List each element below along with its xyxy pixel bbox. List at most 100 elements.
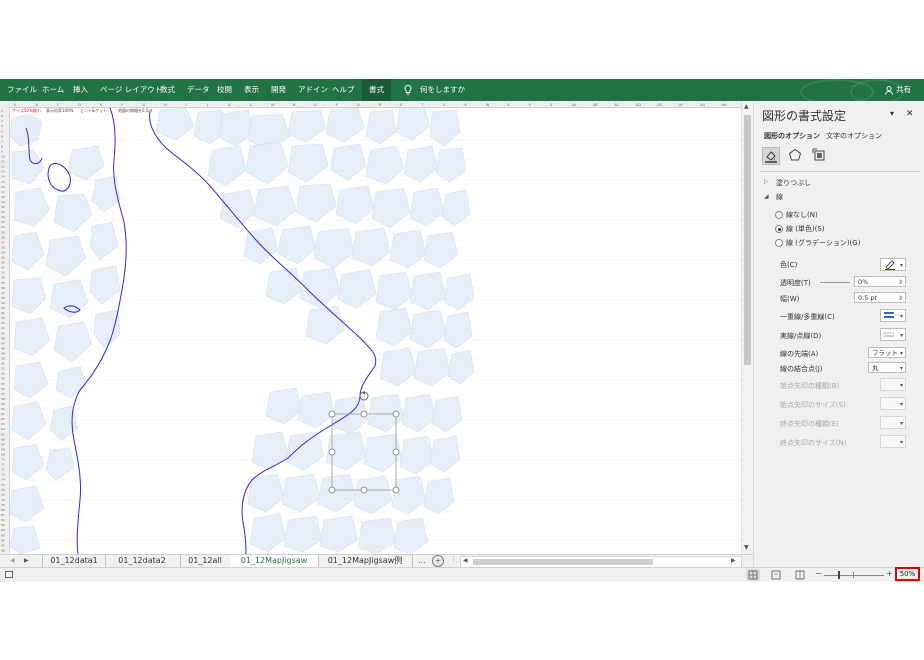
- row-number[interactable]: 6: [1, 134, 3, 138]
- column-letter[interactable]: B: [35, 103, 38, 107]
- zoom-level[interactable]: 50%: [895, 567, 920, 581]
- row-number[interactable]: 24: [1, 225, 5, 229]
- cap-dropdown[interactable]: フラット ▾: [868, 347, 906, 358]
- row-number[interactable]: 64: [1, 427, 5, 431]
- size-properties-icon[interactable]: [812, 148, 826, 164]
- transparency-slider[interactable]: [820, 282, 850, 283]
- row-number[interactable]: 22: [1, 215, 5, 219]
- row-number[interactable]: 79: [1, 503, 5, 507]
- row-number[interactable]: 87: [1, 543, 5, 547]
- row-number[interactable]: 4: [1, 124, 3, 128]
- row-number[interactable]: 37: [1, 291, 5, 295]
- row-number[interactable]: 40: [1, 306, 5, 310]
- tab-file[interactable]: ファイル: [7, 79, 37, 101]
- row-number[interactable]: 54: [1, 377, 5, 381]
- expand-arrow-icon[interactable]: ▷: [764, 178, 769, 185]
- row-number[interactable]: 21: [1, 210, 5, 214]
- close-icon[interactable]: ✕: [906, 109, 914, 119]
- begin-arrow-size-dropdown[interactable]: ▾: [880, 397, 906, 410]
- row-number[interactable]: 57: [1, 392, 5, 396]
- row-number[interactable]: 20: [1, 205, 5, 209]
- row-number[interactable]: 70: [1, 458, 5, 462]
- column-letter[interactable]: E: [100, 103, 102, 107]
- column-letter[interactable]: AD: [636, 103, 641, 107]
- tab-review[interactable]: 校閲: [217, 79, 232, 101]
- row-number[interactable]: 47: [1, 341, 5, 345]
- column-letter[interactable]: C: [57, 103, 60, 107]
- row-number[interactable]: 41: [1, 311, 5, 315]
- tell-me-box[interactable]: 何をしますか: [420, 79, 465, 101]
- column-letter[interactable]: J: [206, 103, 208, 107]
- row-number[interactable]: 73: [1, 473, 5, 477]
- row-number[interactable]: 55: [1, 382, 5, 386]
- column-letter[interactable]: N: [293, 103, 296, 107]
- row-number[interactable]: 82: [1, 518, 5, 522]
- row-number[interactable]: 34: [1, 276, 5, 280]
- column-letter[interactable]: T: [420, 103, 424, 107]
- column-letter[interactable]: A: [14, 103, 17, 107]
- row-number[interactable]: 88: [1, 548, 5, 552]
- row-number[interactable]: 11: [1, 160, 5, 164]
- row-number[interactable]: 68: [1, 447, 5, 451]
- row-number[interactable]: 12: [1, 165, 5, 169]
- row-number[interactable]: 16: [1, 185, 5, 189]
- column-letter[interactable]: K: [228, 103, 231, 107]
- row-number[interactable]: 18: [1, 195, 5, 199]
- row-number[interactable]: 5: [1, 129, 3, 133]
- column-letter[interactable]: AB: [593, 103, 598, 107]
- row-number[interactable]: 86: [1, 538, 5, 542]
- column-letter[interactable]: V: [464, 103, 467, 107]
- row-number[interactable]: 83: [1, 523, 5, 527]
- fill-line-icon[interactable]: [762, 147, 780, 165]
- scroll-left-icon[interactable]: ◀: [463, 557, 468, 564]
- splitter-icon[interactable]: ⋮: [450, 555, 457, 563]
- row-number[interactable]: 44: [1, 326, 5, 330]
- row-number[interactable]: 69: [1, 452, 5, 456]
- collapse-arrow-icon[interactable]: ◢: [764, 193, 769, 200]
- row-number[interactable]: 52: [1, 367, 5, 371]
- column-letter[interactable]: AG: [700, 103, 705, 107]
- column-letter[interactable]: I: [186, 103, 187, 107]
- column-letter[interactable]: Z: [550, 103, 553, 107]
- compound-dropdown[interactable]: ▾: [880, 309, 906, 322]
- scroll-up-icon[interactable]: ▲: [744, 103, 749, 110]
- row-number[interactable]: 26: [1, 235, 5, 239]
- row-number[interactable]: 10: [1, 155, 5, 159]
- row-number[interactable]: 62: [1, 417, 5, 421]
- hscroll-thumb[interactable]: [473, 559, 653, 565]
- row-number[interactable]: 80: [1, 508, 5, 512]
- row-number[interactable]: 53: [1, 372, 5, 376]
- tab-text-options[interactable]: 文字のオプション: [826, 131, 882, 141]
- width-input[interactable]: 0.5 pt ⇕: [854, 292, 906, 303]
- row-number[interactable]: 48: [1, 346, 5, 350]
- row-number[interactable]: 17: [1, 190, 5, 194]
- row-number[interactable]: 39: [1, 301, 5, 305]
- column-letter[interactable]: S: [400, 103, 403, 107]
- column-letter[interactable]: Q: [357, 103, 360, 107]
- zoom-slider-thumb[interactable]: [838, 571, 840, 579]
- row-number[interactable]: 1: [1, 109, 3, 113]
- column-letter[interactable]: AE: [657, 103, 662, 107]
- row-number[interactable]: 27: [1, 240, 5, 244]
- row-number[interactable]: 56: [1, 387, 5, 391]
- column-letter[interactable]: D: [78, 103, 81, 107]
- page-break-view-icon[interactable]: [794, 569, 806, 583]
- section-fill[interactable]: 塗りつぶし: [776, 178, 811, 188]
- row-number[interactable]: 15: [1, 180, 5, 184]
- row-number[interactable]: 8: [1, 144, 3, 148]
- row-number[interactable]: 38: [1, 296, 5, 300]
- more-tabs-button[interactable]: ...: [418, 556, 426, 565]
- row-number[interactable]: 35: [1, 281, 5, 285]
- row-header[interactable]: 1 2 3 4 5 6 7 8 9 10 11 12 13 14 15 16 17 18 19 20 21 22 23 24 2…: [0, 107, 10, 554]
- zoom-out-button[interactable]: −: [815, 569, 822, 578]
- row-number[interactable]: 9: [1, 149, 3, 153]
- column-letter[interactable]: F: [121, 103, 123, 107]
- column-letter[interactable]: AF: [679, 103, 683, 107]
- row-number[interactable]: 36: [1, 286, 5, 290]
- column-letter[interactable]: AC: [614, 103, 619, 107]
- column-letter[interactable]: L: [250, 103, 252, 107]
- row-number[interactable]: 58: [1, 397, 5, 401]
- collapse-icon[interactable]: ▾: [890, 109, 894, 118]
- row-number[interactable]: 65: [1, 432, 5, 436]
- tab-scroll-right-icon[interactable]: ▶: [24, 557, 29, 564]
